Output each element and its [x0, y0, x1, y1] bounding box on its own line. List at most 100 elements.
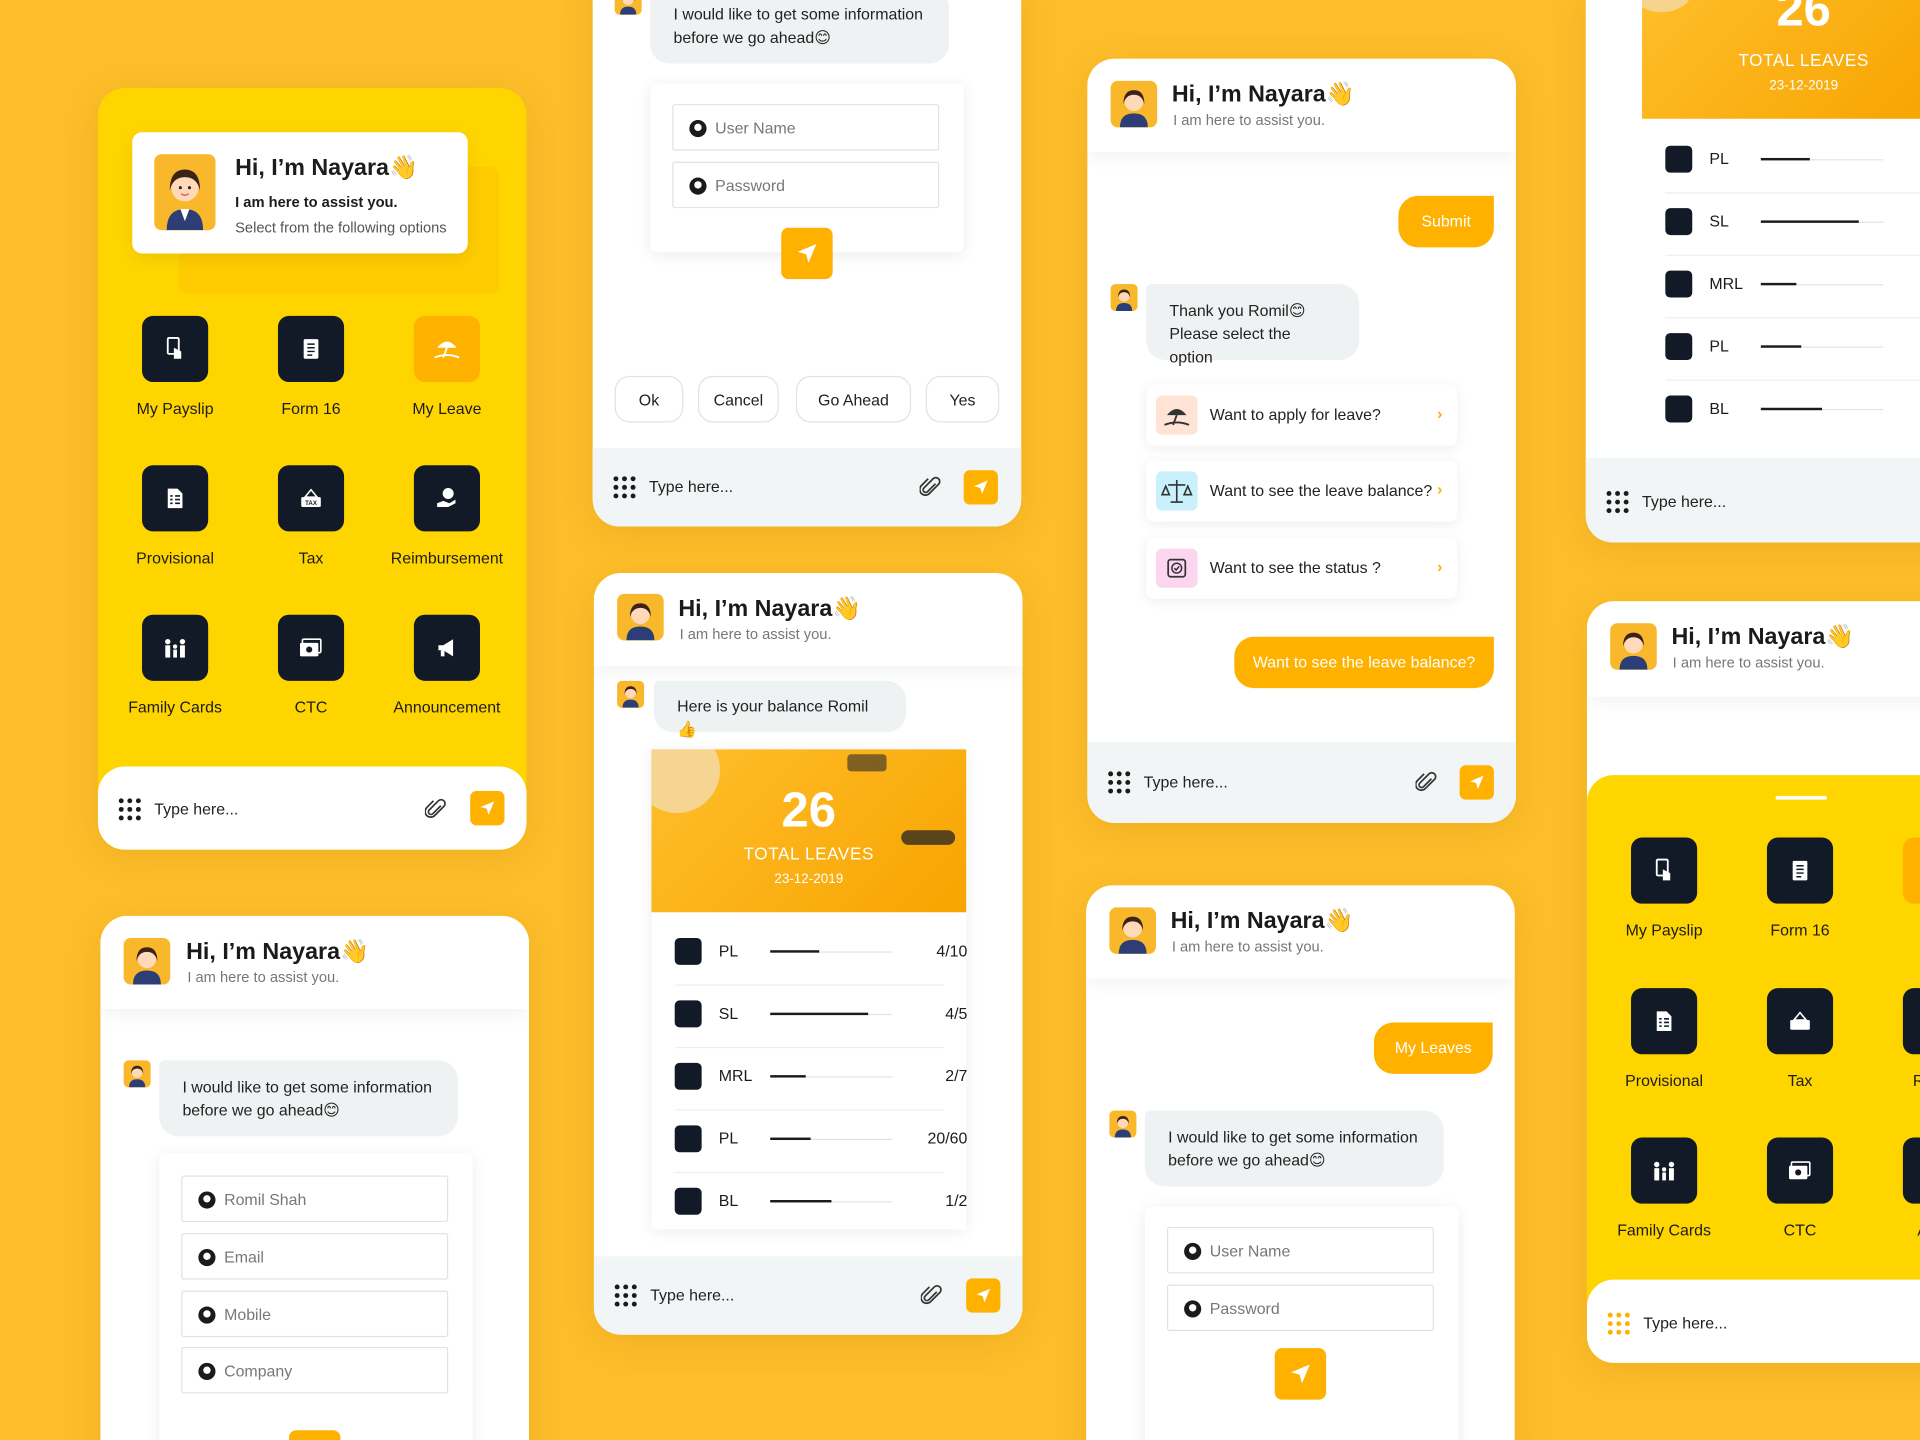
grid-menu-icon[interactable] — [614, 1284, 637, 1307]
quick-reply-go-ahead[interactable]: Go Ahead — [795, 375, 912, 423]
send-button[interactable] — [470, 791, 505, 826]
avatar — [617, 593, 664, 641]
leave-value: 1/2 — [945, 1191, 968, 1210]
file-list-icon — [1631, 988, 1698, 1055]
ui-showcase: Hi, I’m Nayara👋 I am here to assist you.… — [0, 0, 1920, 1440]
leave-progress-fill — [770, 950, 820, 953]
cash-icon — [1766, 1137, 1834, 1204]
menu-label: Family Cards — [1617, 1220, 1711, 1240]
menu-item-my-payslip[interactable]: My Payslip — [108, 315, 243, 418]
row-divider — [674, 1171, 945, 1173]
menu-item-provisional[interactable]: Provisional — [1597, 988, 1732, 1090]
send-button[interactable] — [966, 1278, 1001, 1313]
menu-item-announcement[interactable]: Anno — [1869, 1137, 1920, 1239]
leave-value: 2 — [1902, 274, 1920, 292]
menu-item-my-leave[interactable]: My — [1869, 837, 1920, 940]
menu-label: My Payslip — [136, 399, 214, 418]
password-field[interactable]: Password — [1166, 1284, 1434, 1332]
leave-row: BL 1 — [1665, 395, 1920, 425]
leave-value: 4/10 — [936, 941, 968, 961]
avatar — [1109, 1110, 1137, 1138]
mobile-field[interactable]: Mobile — [181, 1290, 449, 1338]
submit-button[interactable] — [1274, 1348, 1327, 1400]
menu-label: Anno — [1869, 1221, 1920, 1239]
menu-item-form-16[interactable]: Form 16 — [1733, 837, 1868, 939]
send-button[interactable] — [963, 470, 998, 505]
menu-item-tax[interactable]: Tax — [1733, 988, 1868, 1090]
family-icon — [1631, 1137, 1698, 1204]
leave-value: 20/60 — [927, 1128, 968, 1148]
username-field[interactable]: User Name — [1166, 1226, 1434, 1274]
chat-input[interactable]: Type here... — [1643, 1314, 1727, 1332]
menu-item-reimbursement[interactable]: Reimbursement — [380, 465, 515, 567]
leave-value: 4/1 — [1902, 149, 1920, 167]
menu-item-my-payslip[interactable]: My Payslip — [1597, 837, 1732, 939]
chat-input[interactable]: Type here... — [649, 478, 733, 496]
menu-item-family-cards[interactable]: Family Cards — [1597, 1137, 1732, 1240]
leave-progress-fill — [770, 1012, 869, 1016]
menu-item-reimbursement[interactable]: Reimb — [1869, 988, 1920, 1090]
user-icon — [689, 120, 707, 138]
password-field[interactable]: Password — [672, 161, 940, 209]
company-field[interactable]: Company — [181, 1346, 449, 1394]
row-divider — [674, 1046, 945, 1048]
chat-input[interactable]: Type here... — [1642, 492, 1726, 510]
attachment-icon[interactable] — [920, 1284, 943, 1307]
attachment-icon[interactable] — [1415, 771, 1438, 793]
chat-input-bar: Type here... — [1087, 742, 1516, 823]
menu-item-provisional[interactable]: Provisional — [108, 465, 243, 567]
chat-input-bar: Type here... — [1585, 457, 1920, 543]
my-leaves-card: Hi, I’m Nayara👋 I am here to assist you.… — [1086, 885, 1515, 1440]
intro-sub: Select from the following options — [235, 219, 447, 237]
bot-message: I would like to get some information befo… — [159, 1060, 458, 1137]
menu-item-ctc[interactable]: CTC — [1733, 1137, 1868, 1239]
submit-button[interactable] — [288, 1430, 341, 1440]
menu-item-my-leave[interactable]: My Leave — [380, 315, 515, 418]
grid-menu-icon[interactable] — [1606, 491, 1629, 514]
menu-item-tax[interactable]: TAX Tax — [244, 465, 379, 567]
grid-menu-icon[interactable] — [118, 798, 141, 821]
chat-input[interactable]: Type here... — [1144, 773, 1228, 791]
menu-card: Hi, I’m Nayara👋 I am here to assist you.… — [97, 88, 527, 850]
tax-icon — [1766, 988, 1834, 1055]
payslip-icon — [1631, 837, 1698, 904]
menu-item-family-cards[interactable]: Family Cards — [108, 614, 243, 716]
menu-item-ctc[interactable]: CTC — [244, 614, 379, 716]
chat-input-bar: Type here... — [1586, 1279, 1920, 1363]
leave-type-icon — [674, 1000, 702, 1028]
option-apply-leave[interactable]: Want to apply for leave? › — [1146, 384, 1458, 446]
attachment-icon[interactable] — [919, 476, 942, 498]
user-icon — [198, 1191, 216, 1209]
email-field[interactable]: Email — [181, 1233, 449, 1280]
quick-reply-ok[interactable]: Ok — [614, 375, 684, 423]
chevron-right-icon: › — [1437, 404, 1443, 423]
menu-item-announcement[interactable]: Announcement — [380, 614, 515, 716]
chat-input[interactable]: Type here... — [650, 1286, 734, 1304]
name-field[interactable]: Romil Shah — [181, 1175, 449, 1223]
option-status[interactable]: Want to see the status ? › — [1146, 537, 1458, 599]
leave-list-card: 26 TOTAL LEAVES 23-12-2019 PL 4/1 SL 4 MRL 2 P… — [1585, 0, 1920, 543]
leave-row: SL 4/5 — [674, 1000, 967, 1029]
option-leave-balance[interactable]: Want to see the leave balance? › — [1146, 460, 1458, 522]
megaphone-icon — [413, 614, 481, 681]
grid-menu-icon[interactable] — [1108, 771, 1131, 794]
bot-subtitle: I am here to assist you. — [1173, 111, 1325, 129]
chat-input-bar: Type here... — [592, 448, 1022, 527]
menu-item-form-16[interactable]: Form 16 — [244, 315, 379, 418]
leave-value: 4/5 — [945, 1004, 968, 1023]
username-field[interactable]: User Name — [672, 104, 940, 151]
chevron-right-icon: › — [1437, 480, 1443, 499]
grid-menu-icon[interactable] — [613, 476, 636, 499]
sheet-handle[interactable] — [1775, 795, 1827, 800]
submit-button[interactable] — [781, 227, 833, 280]
chat-input[interactable]: Type here... — [154, 800, 238, 818]
beach-umbrella-icon — [413, 315, 481, 383]
quick-reply-cancel[interactable]: Cancel — [697, 375, 779, 423]
payslip-icon — [142, 315, 209, 383]
bot-name: Hi, I’m Nayara👋 — [678, 596, 862, 623]
send-button[interactable] — [1459, 765, 1494, 800]
grid-menu-icon[interactable] — [1607, 1312, 1630, 1335]
attachment-icon[interactable] — [424, 798, 447, 820]
leave-type-icon — [1665, 395, 1693, 423]
quick-reply-yes[interactable]: Yes — [925, 375, 1000, 423]
